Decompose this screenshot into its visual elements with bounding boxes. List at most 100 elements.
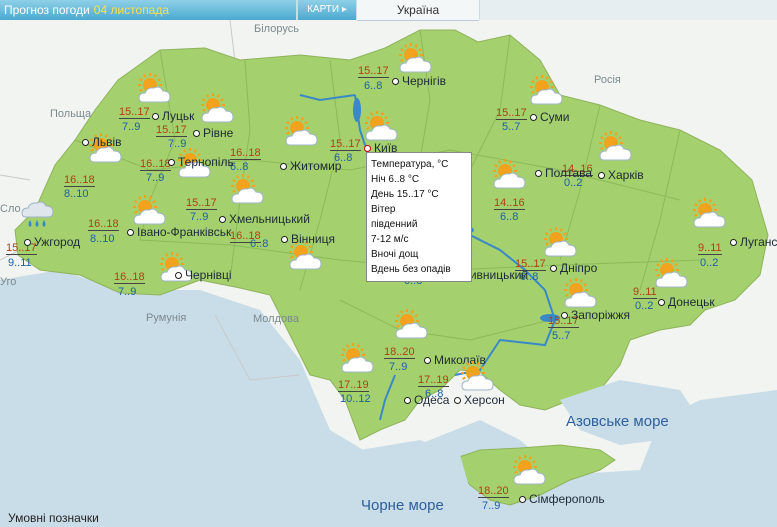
city-label[interactable]: Чернігів [392,74,446,88]
night-temperature: 5..7 [502,121,521,133]
day-temperature: 17..19 [338,379,369,392]
day-temperature: 9..11 [698,242,722,255]
city-label[interactable]: Львів [82,135,122,149]
city-name: Львів [92,135,122,149]
city-label[interactable]: Полтава [535,166,592,180]
city-name: Луцьк [162,109,195,123]
maps-tab[interactable]: КАРТИ ▸ [298,0,356,20]
night-temperature: 10..12 [340,393,371,405]
city-name: Чернігів [402,74,447,88]
city-marker-icon [404,396,411,404]
city-marker-icon [24,238,31,246]
day-temperature: 18..20 [478,485,509,498]
city-label[interactable]: Харків [598,168,644,182]
city-label[interactable]: Сімферополь [519,492,605,506]
sun-cloud-icon[interactable] [198,92,236,126]
night-temperature: 6..8 [364,80,383,92]
city-label[interactable]: Хмельницький [219,212,310,226]
night-temperature: 8..10 [64,188,89,200]
city-label[interactable]: Рівне [193,126,233,140]
night-temperature: 7..9 [190,211,209,223]
city-name: Житомир [290,159,342,173]
city-label[interactable]: Донецьк [658,295,715,309]
night-temperature: 6..8 [500,211,519,223]
city-label[interactable]: Івано-Франківськ [127,225,231,239]
day-temperature: 16..18 [88,218,119,231]
sun-cloud-icon[interactable] [510,454,548,488]
city-name: Чернівці [185,268,232,282]
forecast-title-text: Прогноз погоди [4,3,90,17]
city-label[interactable]: Чернівці [175,268,232,282]
city-name: Харків [608,168,644,182]
day-temperature: 16..18 [64,174,95,187]
sun-cloud-icon[interactable] [690,197,728,231]
sun-cloud-icon[interactable] [596,130,634,164]
city-marker-icon [82,138,89,146]
day-temperature: 15..17 [156,124,187,137]
cloud-rain-icon[interactable] [20,195,58,229]
city-label[interactable]: Вінниця [281,232,335,246]
city-marker-icon [193,129,200,137]
sun-cloud-icon[interactable] [362,110,400,144]
neighbor-label-romania: Румунія [146,312,187,324]
sun-cloud-icon[interactable] [458,360,496,394]
city-label[interactable]: Дніпро [550,261,597,275]
night-temperature: 7..9 [482,500,501,512]
sun-cloud-icon[interactable] [652,257,690,291]
legend-link[interactable]: Умовні позначки [8,511,99,525]
city-label[interactable]: Луганськ [730,235,777,249]
city-name: Хмельницький [229,212,310,226]
city-label[interactable]: Херсон [454,393,505,407]
city-label[interactable]: Луцьк [152,109,194,123]
sun-cloud-icon[interactable] [228,173,266,207]
neighbor-label-hungary: Уго [0,276,17,288]
city-name: Ужгород [34,235,81,249]
tooltip-line: Вночі дощ [371,249,419,260]
country-selector[interactable]: Україна [357,0,479,21]
sea-label-black: Чорне море [361,497,444,514]
sun-cloud-icon[interactable] [135,72,173,106]
city-name: Полтава [545,166,592,180]
night-temperature: 9..11 [8,257,32,269]
city-marker-icon [168,158,175,166]
city-label[interactable]: Ужгород [24,235,80,249]
sun-cloud-icon[interactable] [392,308,430,342]
sun-cloud-icon[interactable] [282,115,320,149]
city-name: Херсон [464,393,505,407]
sun-cloud-icon[interactable] [541,226,579,260]
day-temperature: 9..11 [633,286,657,299]
city-marker-icon [219,215,226,223]
city-name: Вінниця [291,232,335,246]
tooltip-line: південний [371,219,418,230]
city-name: Донецьк [668,295,715,309]
sun-cloud-icon[interactable] [396,42,434,76]
neighbor-label-belarus: Білорусь [254,23,299,35]
sun-cloud-icon[interactable] [527,74,565,108]
night-temperature: 7..9 [389,361,408,373]
city-marker-icon [281,235,288,243]
city-marker-icon [535,169,542,177]
sun-cloud-icon[interactable] [338,342,376,376]
sun-cloud-icon[interactable] [130,194,168,228]
city-name: Дніпро [560,261,598,275]
city-marker-icon [561,311,568,319]
day-temperature: 16..18 [230,147,261,160]
maps-tab-label: КАРТИ [307,4,340,15]
city-marker-icon [424,356,431,364]
day-temperature: 16..18 [140,158,171,171]
sun-cloud-icon[interactable] [490,158,528,192]
city-label[interactable]: Тернопіль [168,155,234,169]
city-label[interactable]: Запоріжжя [561,308,630,322]
city-marker-icon [658,298,665,306]
neighbor-label-moldova: Молдова [253,313,299,325]
forecast-date: 04 листопада [93,3,170,17]
night-temperature: 7..9 [122,121,141,133]
day-temperature: 17..19 [418,374,449,387]
sun-cloud-icon[interactable] [561,277,599,311]
city-label[interactable]: Суми [530,110,569,124]
city-name: Тернопіль [178,155,234,169]
city-name: Суми [540,110,570,124]
city-label[interactable]: Житомир [280,159,341,173]
city-name: Луганськ [740,235,777,249]
city-marker-icon [598,171,605,179]
